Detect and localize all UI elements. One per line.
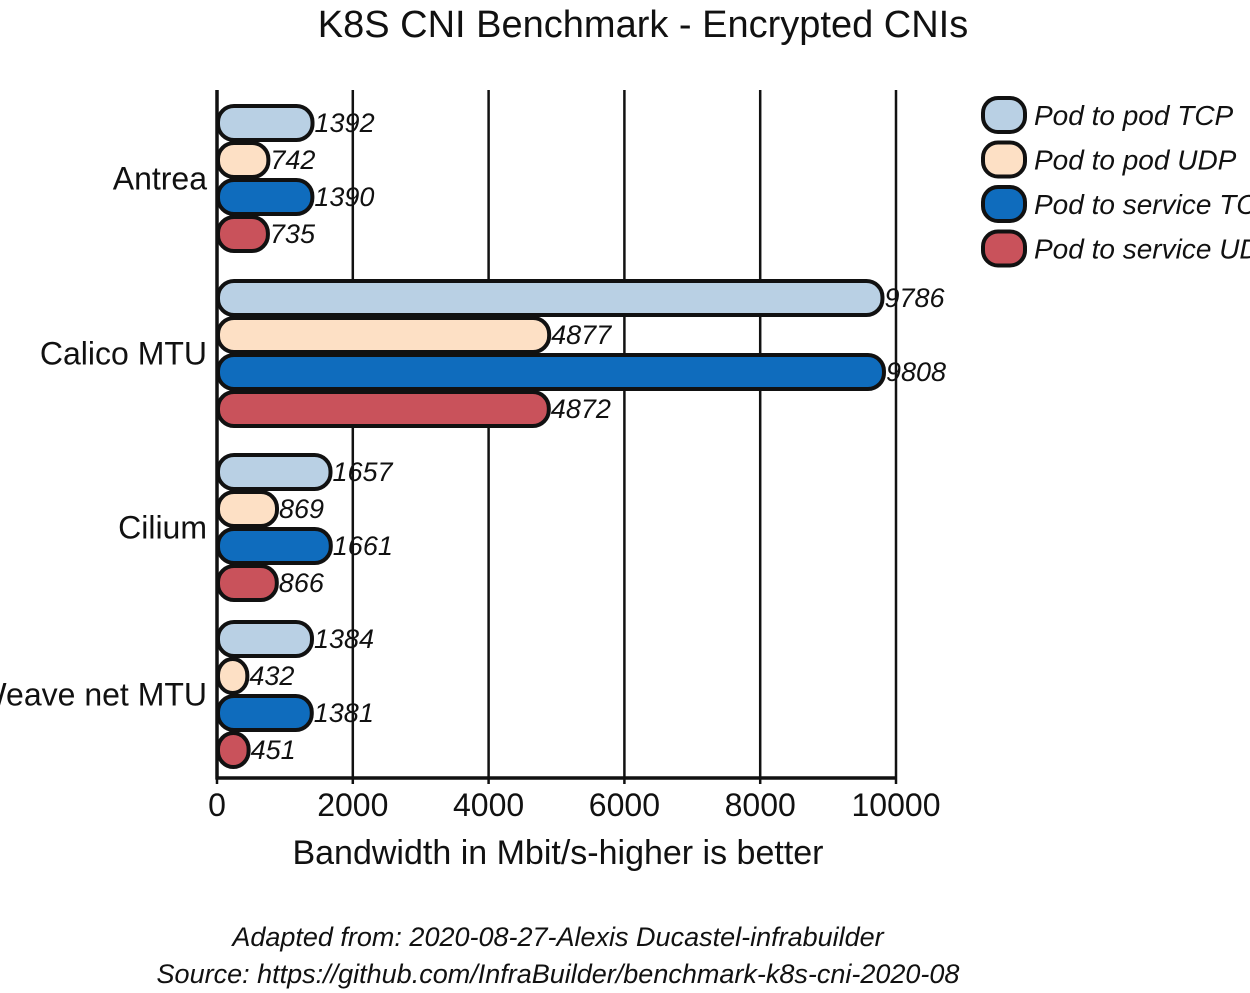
bar-0-0 <box>216 104 315 142</box>
bars: 1392742 1390 735 9786 4877 9808 4872 1657 869 166… <box>216 104 946 769</box>
legend-swatch-0 <box>981 96 1027 134</box>
category-labels: Antrea Calico MTU Cilium Weave net MTU <box>0 161 207 713</box>
bar-3-2 <box>216 694 314 732</box>
legend-swatch-3 <box>981 229 1027 268</box>
value-label-3-1: 432 <box>249 661 294 691</box>
value-label-2-2: 1661 <box>333 531 393 561</box>
source-line-1: Adapted from: 2020-08-27-Alexis Ducastel… <box>230 922 884 952</box>
value-label-0-1: 742 <box>270 145 315 175</box>
bar-1-0 <box>216 279 885 317</box>
category-label-1: Calico MTU <box>40 336 207 372</box>
x-tick-label-2: 4000 <box>453 787 524 823</box>
bar-2-2 <box>216 527 333 565</box>
bar-3-1 <box>216 657 250 695</box>
x-tick-label-5: 10000 <box>852 787 941 823</box>
legend-label-2: Pod to service TCP <box>1034 189 1250 220</box>
value-label-1-0: 9786 <box>884 283 945 313</box>
bar-0-1 <box>216 141 271 179</box>
bar-2-1 <box>216 490 280 528</box>
value-label-3-0: 1384 <box>314 624 374 654</box>
legend-swatch-1 <box>981 140 1027 179</box>
value-label-0-0: 1392 <box>315 108 375 138</box>
x-ticks: 0 2000 4000 6000 8000 10000 <box>208 778 940 823</box>
category-label-3: Weave net MTU <box>0 677 207 713</box>
legend-label-3: Pod to service UDP <box>1034 234 1250 265</box>
source-line-2: Source: https://github.com/InfraBuilder/… <box>157 959 960 989</box>
x-tick-label-4: 8000 <box>725 787 796 823</box>
x-tick-label-1: 2000 <box>317 787 388 823</box>
chart: K8S CNI Benchmark - Encrypted CNIs 13927… <box>0 4 1250 989</box>
chart-title: K8S CNI Benchmark - Encrypted CNIs <box>318 4 968 46</box>
legend-swatch-2 <box>981 185 1027 223</box>
value-label-1-1: 4877 <box>551 320 612 350</box>
bar-1-1 <box>216 316 552 354</box>
gridlines <box>351 90 898 778</box>
value-label-3-3: 451 <box>251 735 296 765</box>
value-label-3-2: 1381 <box>314 698 374 728</box>
x-tick-label-0: 0 <box>208 787 226 823</box>
bar-1-3 <box>216 390 551 428</box>
legend: Pod to pod TCP Pod to pod UDP Pod to servi… <box>981 96 1250 268</box>
legend-label-1: Pod to pod UDP <box>1034 145 1237 176</box>
bar-1-2 <box>216 353 886 391</box>
x-axis-title: Bandwidth in Mbit/s-higher is better <box>292 834 823 872</box>
bar-0-3 <box>216 215 270 253</box>
value-label-0-3: 735 <box>270 219 316 249</box>
value-label-2-1: 869 <box>279 494 324 524</box>
bar-2-3 <box>216 564 279 602</box>
bar-3-3 <box>216 731 251 769</box>
value-label-2-0: 1657 <box>333 457 394 487</box>
x-tick-label-3: 6000 <box>589 787 660 823</box>
value-label-2-3: 866 <box>279 568 325 598</box>
value-label-1-2: 9808 <box>886 357 946 387</box>
value-label-0-2: 1390 <box>314 182 374 212</box>
category-label-0: Antrea <box>113 161 207 197</box>
bar-3-0 <box>216 620 314 658</box>
bar-0-2 <box>216 178 315 216</box>
bar-2-0 <box>216 453 333 491</box>
legend-label-0: Pod to pod TCP <box>1034 100 1234 131</box>
category-label-2: Cilium <box>118 510 207 546</box>
value-label-1-3: 4872 <box>551 394 611 424</box>
